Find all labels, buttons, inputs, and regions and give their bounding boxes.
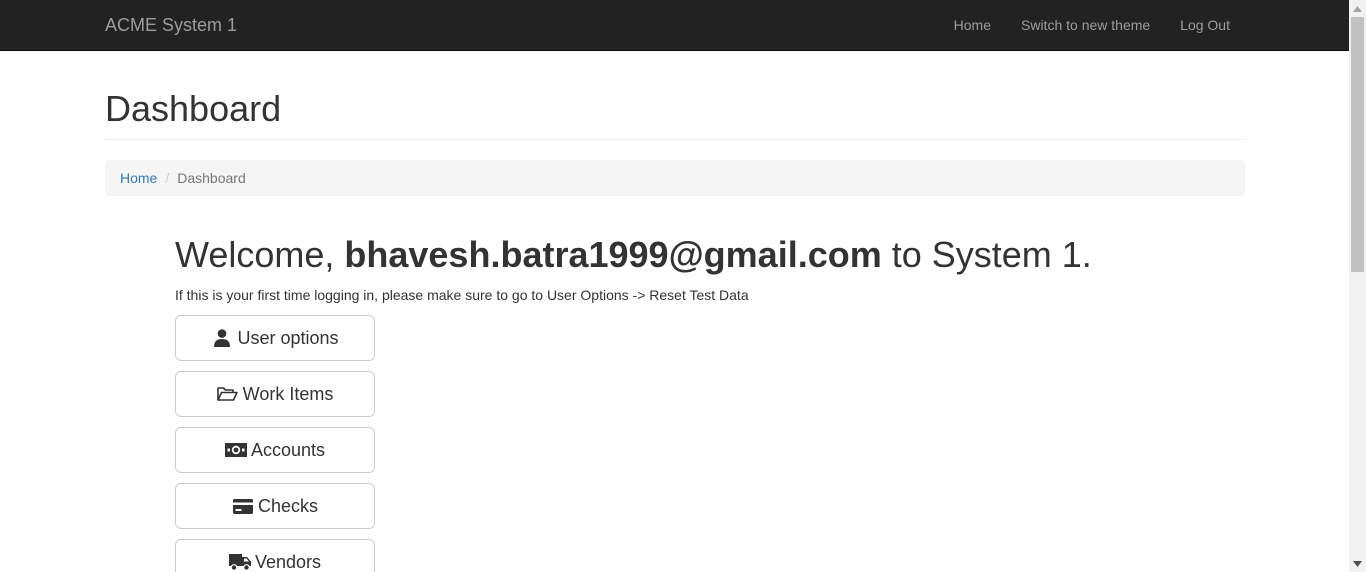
work-items-button[interactable]: Work Items xyxy=(175,371,375,417)
credit-card-icon xyxy=(232,496,254,516)
welcome-prefix: Welcome, xyxy=(175,234,345,275)
vendors-label: Vendors xyxy=(254,551,322,572)
page-title: Dashboard xyxy=(105,88,282,129)
nav-home-link[interactable]: Home xyxy=(939,0,1006,50)
accounts-label: Accounts xyxy=(250,439,326,460)
truck-icon xyxy=(228,552,251,572)
scrollbar-thumb[interactable] xyxy=(1351,17,1364,272)
checks-label: Checks xyxy=(257,495,319,516)
top-navbar: ACME System 1 Home Switch to new theme L… xyxy=(0,0,1349,51)
first-login-note: If this is your first time logging in, p… xyxy=(175,287,749,303)
user-options-label: User options xyxy=(237,327,339,348)
breadcrumb-home-link[interactable]: Home xyxy=(120,170,157,186)
welcome-user-email: bhavesh.batra1999@gmail.com xyxy=(344,234,882,275)
welcome-suffix: to System 1. xyxy=(881,234,1092,275)
breadcrumb-current: Dashboard xyxy=(177,170,246,186)
vendors-button[interactable]: Vendors xyxy=(175,539,375,572)
folder-open-icon xyxy=(217,384,239,404)
user-options-button[interactable]: User options xyxy=(175,315,375,361)
dashboard-button-list: User options Work Items Accounts Checks … xyxy=(175,315,375,572)
accounts-button[interactable]: Accounts xyxy=(175,427,375,473)
welcome-heading: Welcome, bhavesh.batra1999@gmail.com to … xyxy=(175,234,1092,276)
work-items-label: Work Items xyxy=(242,383,334,404)
vertical-scrollbar[interactable] xyxy=(1349,0,1366,572)
nav-links: Home Switch to new theme Log Out xyxy=(939,0,1245,50)
scroll-down-arrow-icon[interactable] xyxy=(1349,555,1366,572)
money-icon xyxy=(224,440,247,460)
breadcrumb: Home / Dashboard xyxy=(105,160,1245,196)
scroll-up-arrow-icon[interactable] xyxy=(1349,0,1366,17)
page-viewport: ACME System 1 Home Switch to new theme L… xyxy=(0,0,1349,572)
nav-logout-link[interactable]: Log Out xyxy=(1165,0,1245,50)
checks-button[interactable]: Checks xyxy=(175,483,375,529)
breadcrumb-separator: / xyxy=(165,170,170,186)
brand-link[interactable]: ACME System 1 xyxy=(105,15,237,35)
nav-switch-theme-link[interactable]: Switch to new theme xyxy=(1006,0,1165,50)
header-divider xyxy=(105,139,1245,140)
user-icon xyxy=(211,328,233,348)
